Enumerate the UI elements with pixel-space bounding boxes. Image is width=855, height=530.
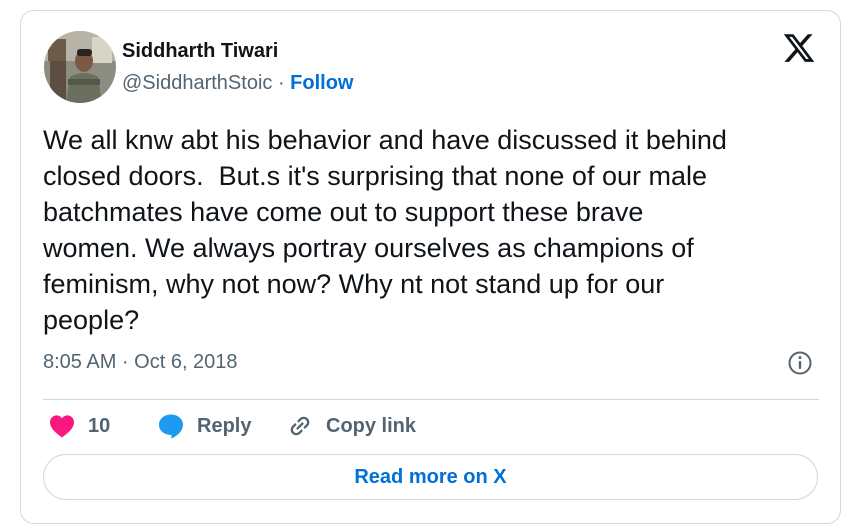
author-avatar[interactable]: [44, 31, 116, 103]
author-handle-row: @SiddharthStoic · Follow: [122, 72, 354, 95]
reply-bubble-icon: [159, 414, 183, 439]
author-display-name[interactable]: Siddharth Tiwari: [122, 40, 278, 63]
author-handle[interactable]: @SiddharthStoic: [122, 72, 272, 94]
divider: [43, 399, 819, 400]
tweet-timestamp[interactable]: 8:05 AM · Oct 6, 2018: [43, 351, 238, 374]
read-more-label: Read more on X: [354, 465, 507, 488]
like-button[interactable]: 10: [48, 411, 110, 441]
link-icon: [290, 416, 310, 436]
reply-button[interactable]: Reply: [157, 411, 251, 441]
reply-label: Reply: [197, 414, 252, 437]
read-more-button[interactable]: Read more on X: [43, 454, 818, 500]
copy-link-label: Copy link: [326, 414, 417, 437]
handle-separator: ·: [272, 72, 291, 94]
follow-button[interactable]: Follow: [290, 72, 353, 94]
x-logo-icon[interactable]: [782, 31, 816, 65]
heart-icon: [50, 415, 74, 438]
avatar-photo-icon: [44, 31, 116, 103]
tweet-card: Siddharth Tiwari @SiddharthStoic · Follo…: [20, 10, 841, 524]
info-icon[interactable]: [787, 350, 813, 376]
tweet-text: We all knw abt his behavior and have dis…: [43, 125, 727, 335]
like-count: 10: [88, 414, 111, 437]
copy-link-button[interactable]: Copy link: [286, 411, 416, 441]
